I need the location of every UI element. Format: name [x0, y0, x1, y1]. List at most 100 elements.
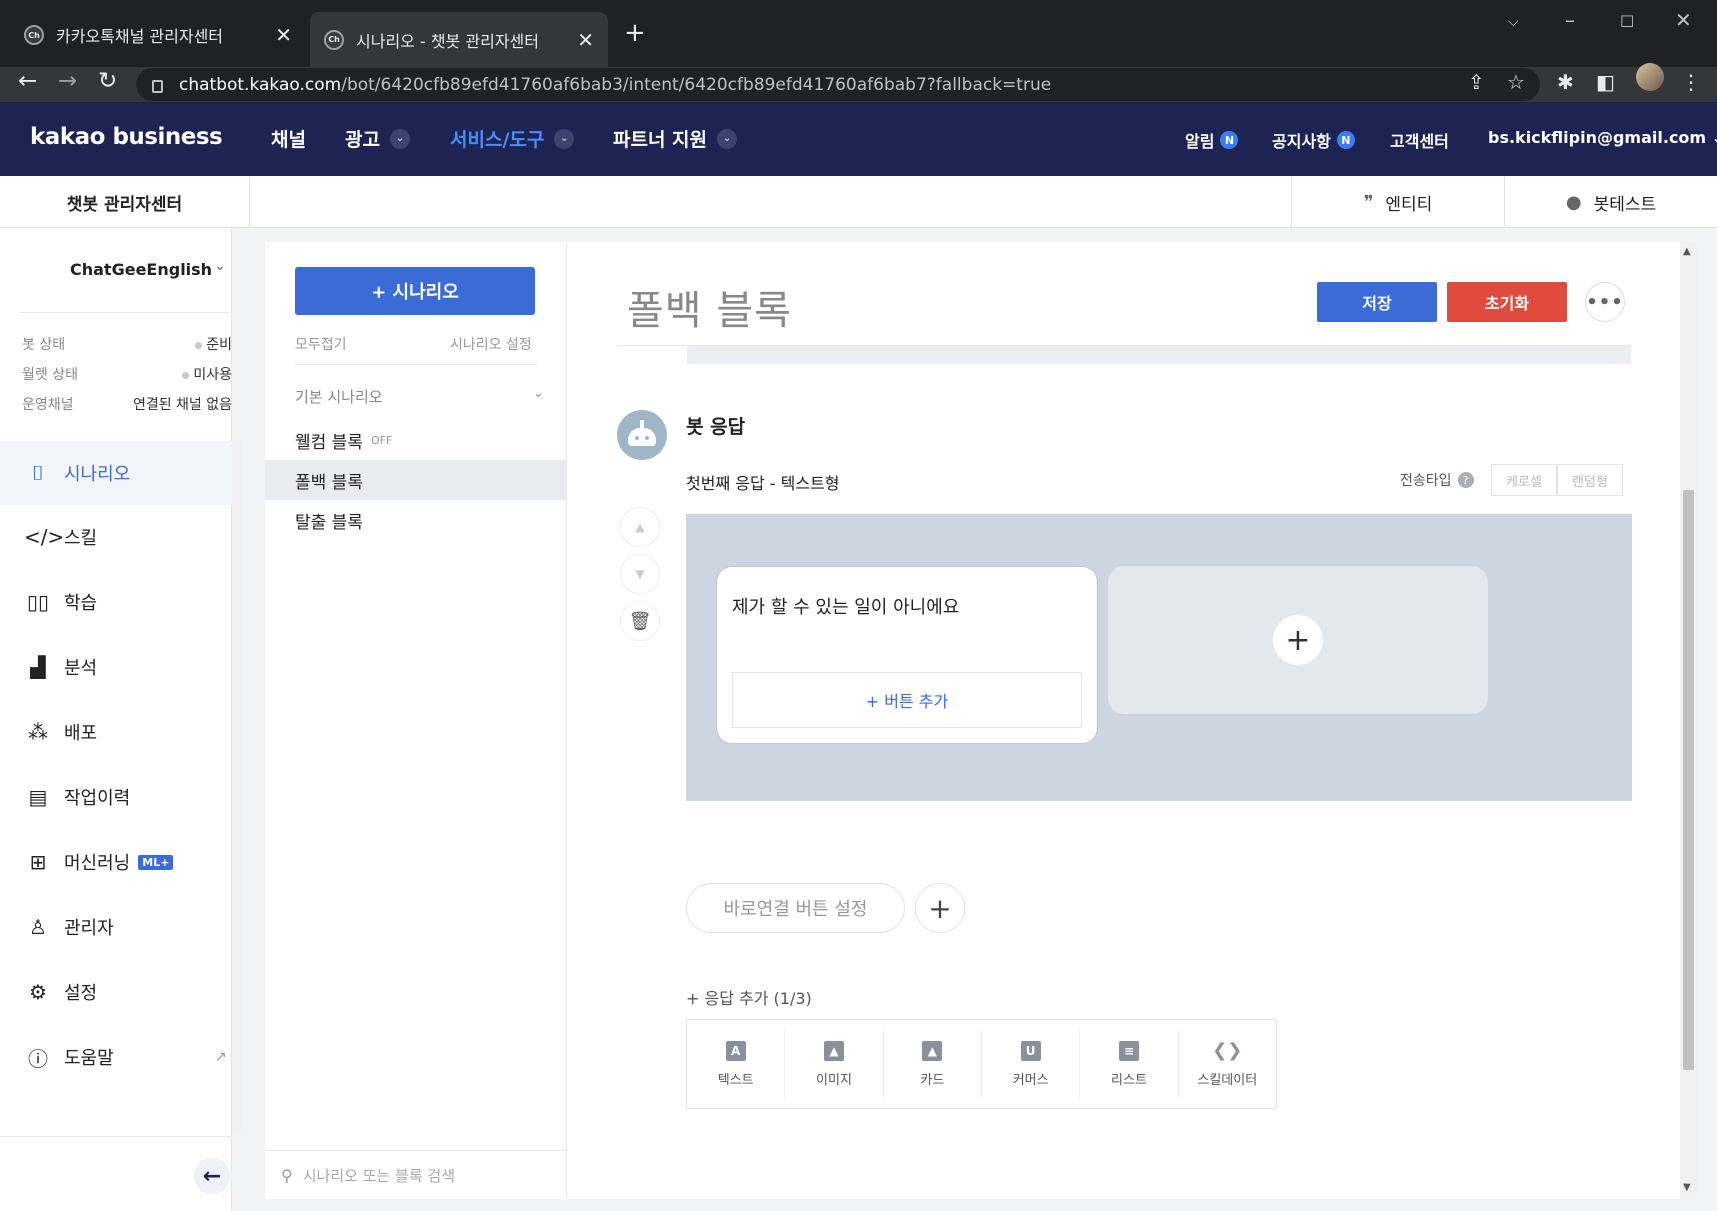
move-up-button[interactable]: ▲ [620, 507, 660, 547]
type-image-button[interactable]: ▲ 이미지 [785, 1030, 884, 1098]
add-button-button[interactable]: + 버튼 추가 [732, 672, 1082, 728]
sidebar-item-help[interactable]: ⓘ 도움말 ↗ [0, 1025, 232, 1089]
maximize-icon[interactable]: ☐ [1620, 12, 1634, 31]
block-title[interactable]: 폴백 블록 [627, 278, 792, 336]
sidebar-scrollbar[interactable] [232, 440, 242, 1132]
collapse-sidebar-button[interactable]: ← [194, 1158, 230, 1194]
type-card-button[interactable]: ▲ 카드 [884, 1030, 982, 1098]
help-icon[interactable]: ? [1457, 472, 1474, 488]
status-value: 준비 [206, 337, 232, 353]
kakao-business-logo[interactable]: kakao business [30, 124, 223, 150]
menu-ads[interactable]: 광고 ⌄ [345, 125, 410, 152]
block-item-fallback[interactable]: 폴백 블록 [265, 460, 567, 500]
admin-icon: ♙ [29, 915, 47, 939]
type-label: 커머스 [1012, 1072, 1049, 1088]
bot-avatar-icon [617, 410, 667, 460]
tab-search-icon[interactable]: ⌵ [1508, 14, 1519, 30]
back-icon[interactable]: ← [18, 68, 37, 94]
add-quick-reply-button[interactable]: + [915, 883, 965, 933]
bookmark-star-icon[interactable]: ☆ [1507, 70, 1525, 94]
close-tab-icon[interactable]: ✕ [577, 28, 594, 52]
scroll-thumb[interactable] [1683, 490, 1694, 1070]
browser-tab-scenario[interactable]: Ch 시나리오 - 챗봇 관리자센터 ✕ [310, 12, 608, 67]
forward-icon[interactable]: → [58, 68, 77, 94]
random-toggle[interactable]: 랜덤형 [1557, 464, 1623, 496]
minimize-icon[interactable]: – [1565, 8, 1575, 32]
profile-avatar[interactable] [1636, 63, 1664, 91]
menu-service-tools[interactable]: 서비스/도구 ⌄ [450, 125, 575, 152]
notices-link[interactable]: 공지사항 N [1272, 128, 1355, 152]
entity-button[interactable]: ❞ 엔티티 [1291, 176, 1504, 228]
sidebar-item-settings[interactable]: ⚙ 설정 [0, 960, 232, 1024]
extensions-icon[interactable]: ✱ [1557, 70, 1574, 94]
divider [0, 1136, 232, 1137]
main-scrollbar[interactable]: ▲ ▼ [1680, 242, 1697, 1199]
status-label: 운영채널 [22, 397, 74, 413]
block-item-exit[interactable]: 탈출 블록 [265, 500, 567, 540]
add-response-label: + 응답 추가 (1/3) [686, 989, 812, 1008]
plus-icon[interactable]: + [1273, 615, 1323, 665]
bot-selector[interactable]: ChatGeeEnglish [70, 260, 212, 279]
new-tab-button[interactable]: + [624, 18, 646, 48]
type-list-button[interactable]: ≡ 리스트 [1080, 1030, 1179, 1098]
delete-response-button[interactable]: 🗑 [620, 601, 660, 641]
tab-title: 시나리오 - 챗봇 관리자센터 [356, 31, 539, 51]
reload-icon[interactable]: ↻ [98, 68, 117, 94]
sidebar-item-scenario[interactable]: ⌷ 시나리오 [0, 441, 232, 505]
type-commerce-button[interactable]: U 커머스 [982, 1030, 1081, 1098]
sidebar-item-analysis[interactable]: ▟ 분석 [0, 635, 232, 699]
collapse-all-link[interactable]: 모두접기 [295, 334, 347, 354]
alerts-link[interactable]: 알림 N [1185, 128, 1239, 152]
quick-reply-button[interactable]: 바로연결 버튼 설정 [686, 883, 905, 933]
scenario-group-default[interactable]: 기본 시나리오 [295, 386, 383, 407]
add-bubble-card[interactable]: + [1108, 566, 1488, 714]
sidebar-item-learning[interactable]: ▯▯ 학습 [0, 570, 232, 634]
more-options-button[interactable]: ••• [1585, 282, 1625, 322]
address-bar-row: ← → ↻ chatbot.kakao.com /bot/6420cfb89ef… [0, 67, 1717, 102]
bubble-text[interactable]: 제가 할 수 있는 일이 아니에요 [732, 593, 959, 619]
browser-tab-channel[interactable]: Ch 카카오톡채널 관리자센터 ✕ [10, 12, 306, 58]
account-menu[interactable]: bs.kickflipin@gmail.com ⌄ [1488, 128, 1717, 147]
block-item-welcome[interactable]: 웰컴 블록 OFF [265, 420, 567, 460]
browser-menu-icon[interactable]: ⋮ [1681, 70, 1701, 94]
side-panel-icon[interactable]: ◧ [1596, 70, 1615, 94]
add-scenario-button[interactable]: + 시나리오 [295, 267, 535, 315]
text-bubble[interactable]: 제가 할 수 있는 일이 아니에요 + 버튼 추가 [716, 566, 1098, 744]
sidebar-item-admin[interactable]: ♙ 관리자 [0, 895, 232, 959]
bot-test-button[interactable]: ● 봇테스트 [1504, 176, 1717, 228]
window-close-icon[interactable]: ✕ [1675, 8, 1692, 32]
chevron-down-icon[interactable]: ⌄ [214, 258, 226, 274]
off-tag: OFF [370, 433, 393, 447]
account-email: bs.kickflipin@gmail.com [1488, 128, 1707, 147]
sidebar-item-skill[interactable]: </> 스킬 [0, 505, 232, 569]
reset-button[interactable]: 초기화 [1447, 282, 1567, 322]
channel-status: 운영채널 연결된 채널 없음 [22, 394, 232, 414]
type-skill-data-button[interactable]: ❮❯ 스킬데이터 [1179, 1030, 1276, 1098]
url-field[interactable]: chatbot.kakao.com /bot/6420cfb89efd41760… [136, 68, 1540, 101]
notices-label: 공지사항 [1272, 132, 1331, 151]
chevron-down-icon[interactable]: ⌄ [533, 386, 544, 401]
commerce-type-icon: U [1020, 1040, 1041, 1061]
menu-label: 채널 [271, 129, 306, 151]
alerts-label: 알림 [1185, 132, 1215, 151]
menu-partner-support[interactable]: 파트너 지원 ⌄ [613, 125, 738, 152]
close-tab-icon[interactable]: ✕ [275, 23, 292, 47]
scroll-down-icon[interactable]: ▼ [1683, 1182, 1691, 1193]
sidebar-item-deploy[interactable]: ⁂ 배포 [0, 700, 232, 764]
sidebar-item-history[interactable]: ▤ 작업이력 [0, 765, 232, 829]
scenario-search[interactable]: ⚲ 시나리오 또는 블록 검색 [265, 1150, 567, 1199]
type-text-button[interactable]: A 텍스트 [687, 1030, 786, 1098]
support-link[interactable]: 고객센터 [1390, 128, 1449, 152]
share-icon[interactable]: ⇪ [1468, 70, 1485, 94]
sidebar-item-machine-learning[interactable]: ⊞ 머신러닝 ML+ [0, 830, 232, 894]
status-value: 미사용 [193, 367, 232, 383]
move-down-button[interactable]: ▼ [620, 554, 660, 594]
scenario-settings-link[interactable]: 시나리오 설정 [450, 334, 532, 354]
menu-channel[interactable]: 채널 [271, 125, 306, 152]
gear-icon: ⚙ [29, 980, 47, 1004]
save-button[interactable]: 저장 [1317, 282, 1437, 322]
scroll-up-icon[interactable]: ▲ [1683, 246, 1691, 257]
wallet-status: 월렛 상태 미사용 [22, 364, 232, 384]
carousel-toggle[interactable]: 케로셀 [1491, 464, 1557, 496]
triangle-down-icon: ▼ [635, 567, 645, 581]
